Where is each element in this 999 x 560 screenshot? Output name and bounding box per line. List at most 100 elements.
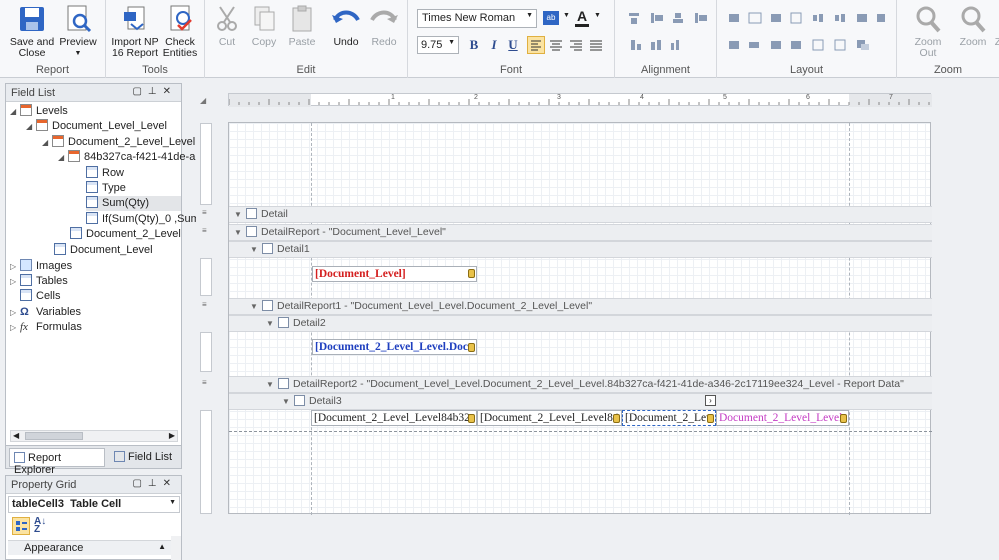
align-right-button[interactable] <box>568 37 584 56</box>
expand-icon[interactable]: ▷ <box>10 305 20 320</box>
band-grip-icon[interactable]: ≡ <box>202 226 207 235</box>
band-grip-icon[interactable]: ≡ <box>202 300 207 309</box>
sort-az-icon[interactable]: A↓ Z <box>34 517 46 535</box>
categorized-button[interactable] <box>12 517 30 535</box>
tree-item-if-sum-qty[interactable]: If(Sum(Qty)_0 ,Sum <box>86 212 200 227</box>
preview-dropdown-icon[interactable]: ▼ <box>58 48 98 59</box>
tree-item-document-level[interactable]: Document_Level <box>54 243 153 258</box>
table-cell-document-level[interactable]: [Document_Level] <box>312 266 477 282</box>
zoom-out-button[interactable]: Zoom Out <box>905 4 951 59</box>
expand-icon[interactable]: ▷ <box>10 274 20 289</box>
collapse-icon[interactable]: ▼ <box>266 377 276 392</box>
tree-item-tables[interactable]: ▷ Tables <box>10 274 68 289</box>
tree-item-formulas[interactable]: ▷ fx Formulas <box>10 320 82 335</box>
italic-button[interactable]: I <box>485 36 503 54</box>
field-tag-icon[interactable] <box>468 414 475 423</box>
tree-item-84b327ca[interactable]: ◢ 84b327ca-f421-41de-a <box>58 150 195 165</box>
collapse-icon[interactable]: ▼ <box>250 242 260 257</box>
copy-button[interactable]: Copy <box>247 4 281 48</box>
layout-tools-row1[interactable] <box>727 11 889 25</box>
table-cell-1[interactable]: [Document_2_Level_Level84b32 <box>311 410 477 426</box>
band-detail2[interactable]: ▼ Detail2 <box>229 315 932 332</box>
collapse-icon[interactable]: ◢ <box>42 135 52 150</box>
expand-icon[interactable]: ▷ <box>10 259 20 274</box>
band-ruler-detail3[interactable] <box>200 410 212 514</box>
property-category-appearance[interactable]: Appearance ▲ <box>8 540 180 555</box>
redo-button[interactable]: Redo <box>367 4 401 48</box>
table-cell-4[interactable]: Document_2_Level_Level <box>716 410 849 426</box>
collapse-icon[interactable]: ▲ <box>158 542 166 551</box>
font-color-icon[interactable]: A <box>575 8 589 27</box>
expand-icon[interactable]: ▷ <box>10 320 20 335</box>
selected-object-dropdown[interactable]: tableCell3 Table Cell ▼ <box>8 496 180 513</box>
tree-item-images[interactable]: ▷ Images <box>10 259 72 274</box>
band-detail-report1[interactable]: ▼ DetailReport1 - "Document_Level_Level.D… <box>229 298 932 315</box>
alignment-tools-row2[interactable] <box>629 38 683 52</box>
zoom-button[interactable]: Zoom <box>957 4 989 48</box>
collapse-icon[interactable]: ◢ <box>10 104 20 119</box>
layout-tools-row2[interactable] <box>727 38 889 52</box>
smart-tag-icon[interactable]: › <box>705 395 716 406</box>
import-np-button[interactable]: Import NP 16 Report <box>110 4 160 59</box>
tree-item-sum-qty[interactable]: Sum(Qty) <box>86 196 181 211</box>
horizontal-scrollbar[interactable]: ◀ ▶ <box>10 430 178 442</box>
tree-item-type[interactable]: Type <box>86 181 126 196</box>
tree-item-variables[interactable]: ▷ Ω Variables <box>10 305 81 320</box>
band-grip-icon[interactable]: ≡ <box>202 378 207 387</box>
save-and-close-button[interactable]: Save and Close <box>6 4 58 59</box>
font-name-select[interactable]: Times New Roman ▼ <box>417 9 537 28</box>
field-tag-icon[interactable] <box>613 414 620 423</box>
field-tag-icon[interactable] <box>468 343 475 352</box>
band-detail-report2[interactable]: ▼ DetailReport2 - "Document_Level_Level.D… <box>229 376 932 393</box>
scroll-right-icon[interactable]: ▶ <box>169 431 175 440</box>
table-cell-2[interactable]: [Document_2_Level_Level84 <box>477 410 622 426</box>
tree-item-document-2-level[interactable]: Document_2_Level <box>70 227 181 242</box>
alignment-tools-row1[interactable] <box>627 11 709 25</box>
panel-window-buttons[interactable]: ▢⊥✕ <box>132 478 177 489</box>
paste-button[interactable]: Paste <box>285 4 319 48</box>
undo-button[interactable]: Undo <box>329 4 363 48</box>
underline-button[interactable]: U <box>504 36 522 54</box>
report-page[interactable]: ▼ Detail ▼ DetailReport - "Document_Level_… <box>228 122 932 515</box>
field-tag-icon[interactable] <box>840 414 847 423</box>
collapse-icon[interactable]: ▼ <box>266 316 276 331</box>
collapse-icon[interactable]: ◢ <box>58 150 68 165</box>
panel-window-buttons[interactable]: ▢⊥✕ <box>132 86 177 97</box>
collapse-icon[interactable]: ▼ <box>234 207 244 222</box>
highlight-dropdown-icon[interactable]: ▼ <box>563 12 570 19</box>
collapse-icon[interactable]: ◢ <box>26 119 36 134</box>
scrollbar-thumb[interactable] <box>25 432 83 440</box>
vertical-scrollbar[interactable] <box>171 536 181 560</box>
horizontal-ruler[interactable]: 1 2 3 4 5 6 7 <box>228 93 932 107</box>
scroll-left-icon[interactable]: ◀ <box>13 431 19 440</box>
bold-button[interactable]: B <box>465 36 483 54</box>
tree-item-document-2-level-level[interactable]: ◢ Document_2_Level_Level <box>42 135 195 150</box>
band-grip-icon[interactable]: ≡ <box>202 208 207 217</box>
align-center-button[interactable] <box>548 37 564 56</box>
band-detail-report[interactable]: ▼ DetailReport - "Document_Level_Level" <box>229 224 932 241</box>
band-ruler-detail2[interactable] <box>200 332 212 372</box>
band-ruler-detail1[interactable] <box>200 258 212 296</box>
preview-button[interactable]: Preview ▼ <box>58 4 98 59</box>
band-ruler-top[interactable] <box>200 123 212 205</box>
check-entities-button[interactable]: Check Entities <box>160 4 200 59</box>
tree-item-levels[interactable]: ◢ Levels <box>10 104 68 119</box>
tab-field-list[interactable]: Field List <box>110 448 180 467</box>
highlight-color-icon[interactable]: ab <box>543 11 559 25</box>
field-tag-icon[interactable] <box>707 414 714 423</box>
collapse-icon[interactable]: ▼ <box>234 225 244 240</box>
tree-item-row[interactable]: Row <box>86 166 124 181</box>
tab-report-explorer[interactable]: Report Explorer <box>9 448 105 476</box>
collapse-icon[interactable]: ▼ <box>250 299 260 314</box>
align-left-button[interactable] <box>527 36 545 54</box>
field-tag-icon[interactable] <box>468 269 475 278</box>
justify-button[interactable] <box>588 37 604 56</box>
font-color-dropdown-icon[interactable]: ▼ <box>594 12 601 19</box>
font-size-select[interactable]: 9.75 ▼ <box>417 36 459 54</box>
table-cell-document-2-level[interactable]: [Document_2_Level_Level.Docu <box>312 339 477 355</box>
zoom-in-button[interactable]: Z <box>993 4 999 48</box>
tree-item-cells[interactable]: Cells <box>20 289 60 304</box>
band-detail[interactable]: ▼ Detail <box>229 206 932 223</box>
band-detail1[interactable]: ▼ Detail1 <box>229 241 932 258</box>
band-detail3[interactable]: ▼ Detail3 <box>229 393 932 410</box>
